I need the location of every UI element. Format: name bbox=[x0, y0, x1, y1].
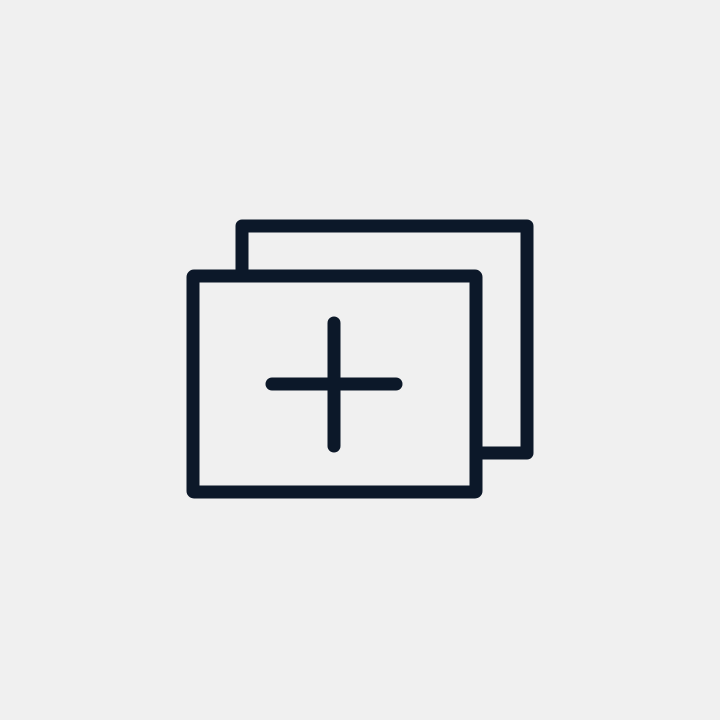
icon-canvas bbox=[0, 0, 720, 720]
background bbox=[0, 0, 720, 720]
add-layers-icon bbox=[0, 0, 720, 720]
